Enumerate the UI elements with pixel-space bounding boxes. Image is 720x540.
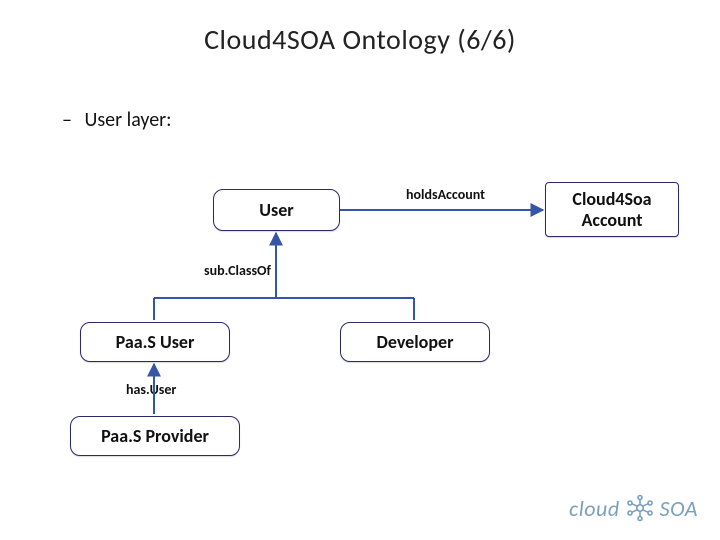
- logo-word-cloud: cloud: [569, 495, 620, 522]
- node-user: User: [213, 189, 340, 231]
- node-paas-user: Paa.S User: [80, 322, 230, 362]
- connectors: [0, 0, 720, 540]
- diagram-canvas: User Cloud4Soa Account Paa.S User Develo…: [0, 0, 720, 540]
- edge-label-hasuser: has.User: [126, 381, 176, 398]
- edge-label-holdsaccount: holdsAccount: [406, 186, 485, 203]
- node-paas-provider: Paa.S Provider: [70, 416, 240, 456]
- node-cloud4soa-account: Cloud4Soa Account: [545, 182, 679, 237]
- logo-glyph-icon: [626, 494, 654, 522]
- logo-word-soa: SOA: [660, 495, 698, 522]
- logo-cloud4soa: cloud SOA: [569, 494, 698, 522]
- node-developer: Developer: [340, 322, 490, 362]
- edge-label-subclassof: sub.ClassOf: [204, 262, 271, 279]
